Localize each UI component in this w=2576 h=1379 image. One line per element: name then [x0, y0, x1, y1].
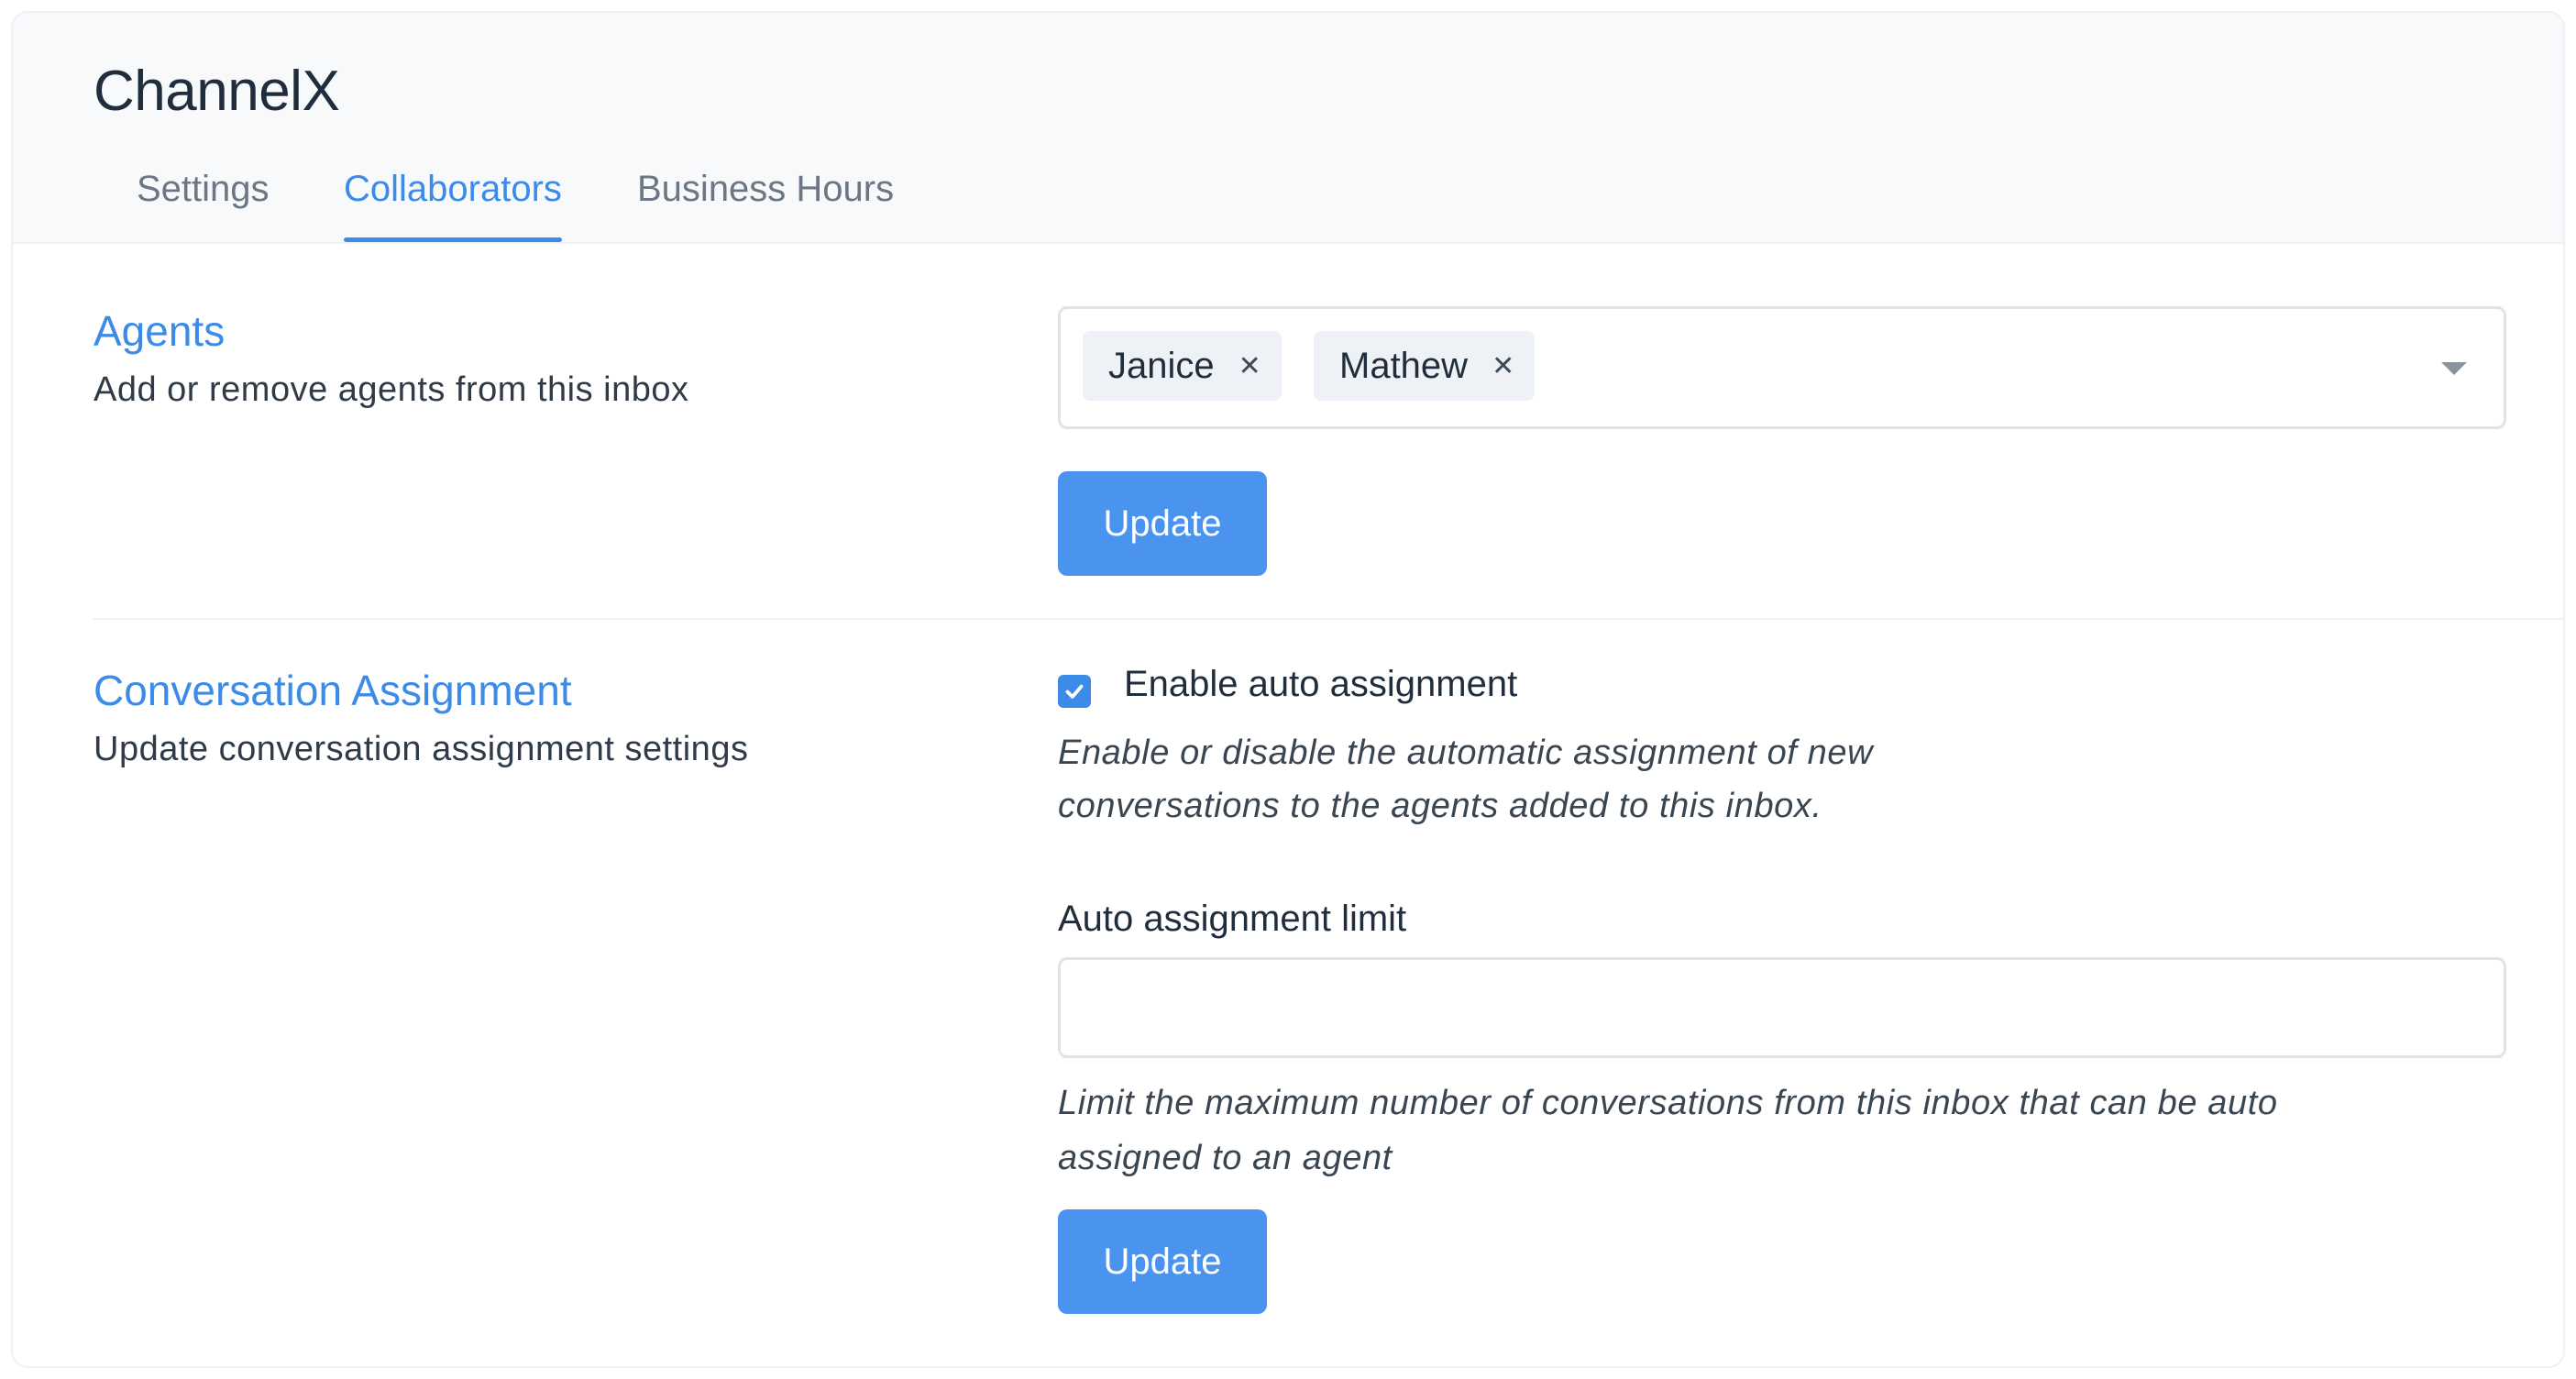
close-icon[interactable]: ✕ [1492, 350, 1514, 382]
inbox-settings-card: ChannelX Settings Collaborators Business… [11, 11, 2565, 1368]
agents-multiselect[interactable]: Janice ✕ Mathew ✕ [1058, 306, 2506, 429]
page-header: ChannelX Settings Collaborators Business… [13, 13, 2563, 244]
caret-down-icon[interactable] [2441, 362, 2467, 375]
agents-update-button[interactable]: Update [1058, 471, 1267, 576]
tab-business-hours[interactable]: Business Hours [637, 169, 894, 242]
assignment-section-title: Conversation Assignment [94, 667, 572, 714]
agent-chip-label: Mathew [1339, 345, 1469, 386]
assignment-update-button[interactable]: Update [1058, 1209, 1267, 1314]
agents-section-description: Add or remove agents from this inbox [94, 370, 689, 409]
agent-chip-janice: Janice ✕ [1083, 331, 1282, 401]
page-title: ChannelX [94, 60, 340, 123]
checkmark-icon [1065, 684, 1084, 699]
auto-assignment-limit-input[interactable] [1058, 957, 2506, 1058]
auto-assignment-help-line-2: conversations to the agents added to thi… [1058, 787, 1822, 825]
limit-help-line-1: Limit the maximum number of conversation… [1058, 1084, 2278, 1122]
limit-help-line-2: assigned to an agent [1058, 1139, 1393, 1177]
agent-chip-mathew: Mathew ✕ [1314, 331, 1536, 401]
agent-chip-label: Janice [1108, 345, 1215, 386]
tab-collaborators[interactable]: Collaborators [344, 169, 562, 242]
auto-assignment-checkbox[interactable] [1058, 675, 1091, 708]
agents-section-title: Agents [94, 307, 226, 355]
section-divider [94, 618, 2563, 620]
assignment-section-description: Update conversation assignment settings [94, 730, 749, 768]
tab-settings[interactable]: Settings [137, 169, 270, 242]
auto-assignment-help-line-1: Enable or disable the automatic assignme… [1058, 734, 1874, 772]
close-icon[interactable]: ✕ [1238, 350, 1261, 382]
auto-assignment-limit-label: Auto assignment limit [1058, 899, 1407, 939]
auto-assignment-label[interactable]: Enable auto assignment [1124, 664, 1517, 705]
